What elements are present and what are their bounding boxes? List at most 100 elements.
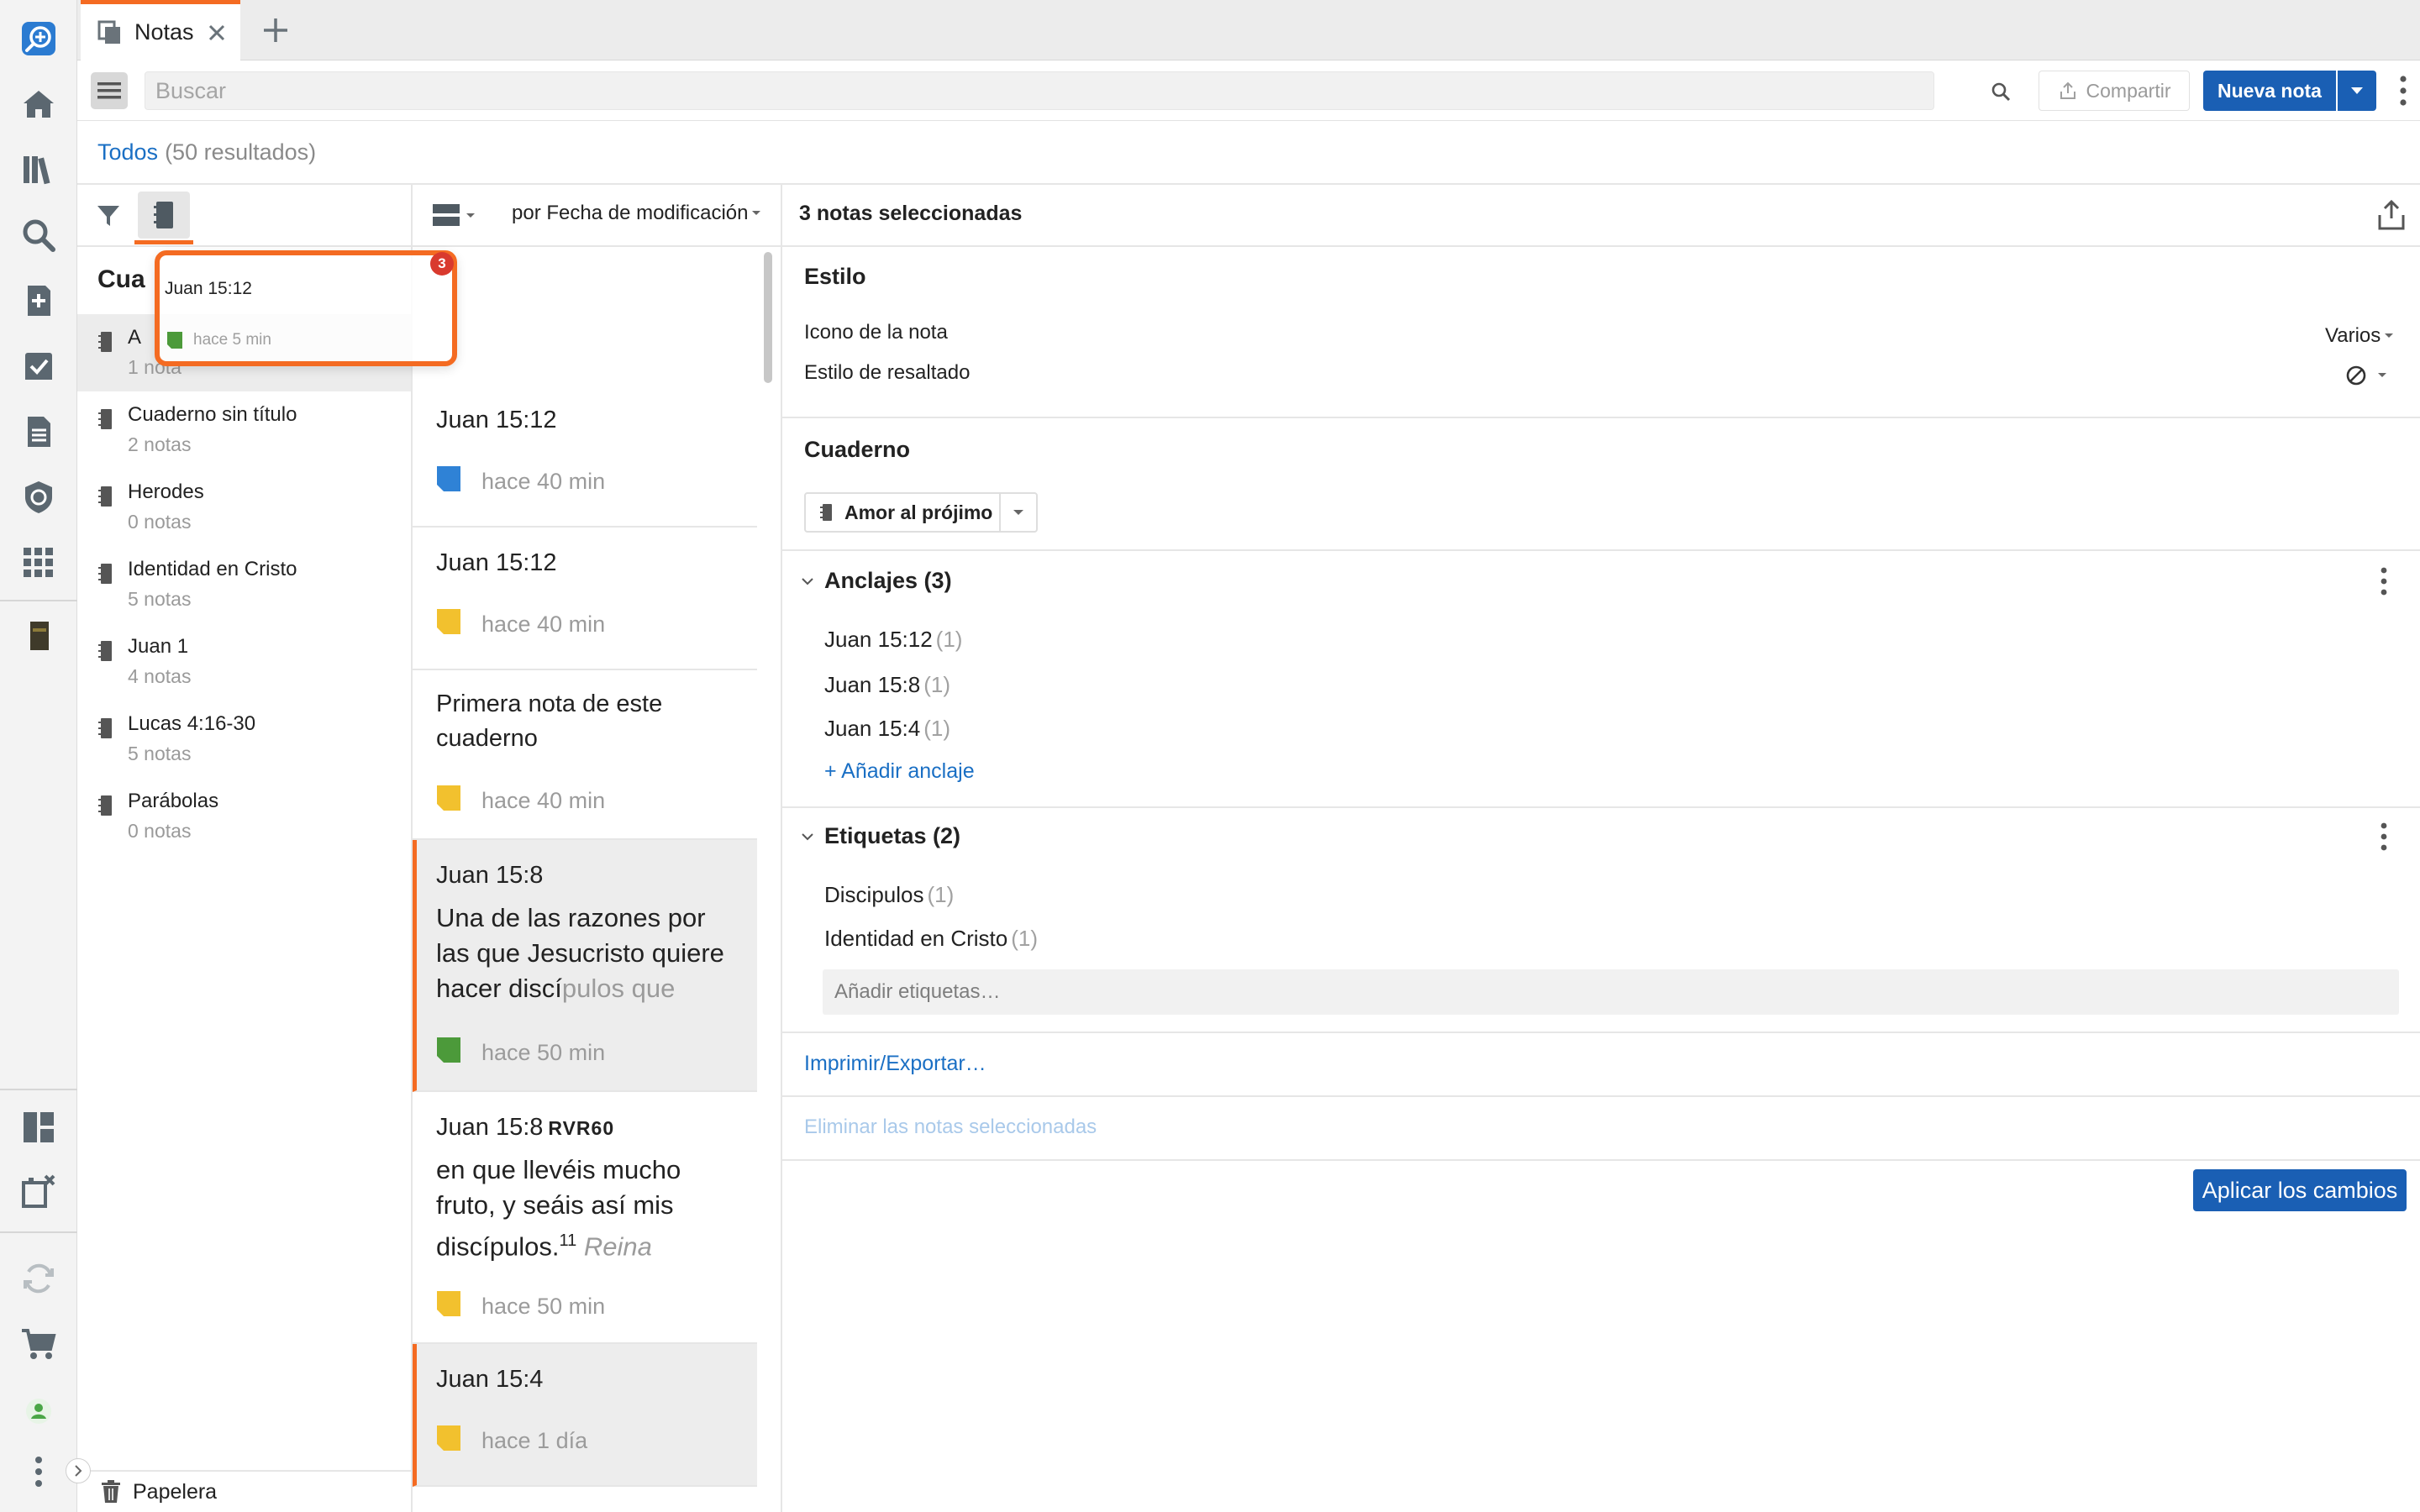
note-card[interactable]: Primera nota de este cuaderno hace 40 mi… (413, 670, 757, 840)
more-vertical-icon[interactable] (15, 1448, 62, 1495)
selection-title: 3 notas seleccionadas (799, 202, 1023, 225)
user-avatar-icon[interactable] (15, 1388, 62, 1435)
breadcrumb: Todos (50 resultados) (97, 139, 316, 165)
notebook-select[interactable]: Amor al prójimo (804, 492, 1038, 533)
add-anchor-link[interactable]: + Añadir anclaje (824, 759, 975, 784)
apply-changes-button[interactable]: Aplicar los cambios (2193, 1169, 2407, 1211)
anchors-section-toggle[interactable]: Anclajes (3) (801, 568, 952, 594)
share-button[interactable]: Compartir (2039, 71, 2190, 111)
note-list-panel: por Fecha de modificación Juan 15:12 hac… (413, 185, 782, 1512)
view-mode-button[interactable] (433, 202, 478, 230)
expand-rail-button[interactable] (66, 1458, 91, 1483)
tag-item[interactable]: Identidad en Cristo (1) (824, 926, 1038, 952)
anchor-count: (1) (935, 627, 963, 652)
sort-select[interactable]: por Fecha de modificación (512, 202, 761, 225)
tab-notas[interactable]: Notas (81, 0, 240, 60)
breadcrumb-all[interactable]: Todos (97, 139, 158, 165)
result-count: (50 resultados) (165, 139, 317, 165)
more-vertical-icon[interactable] (2396, 72, 2410, 109)
notebook-select-dropdown[interactable] (999, 494, 1036, 531)
notes-tab-icon (97, 20, 120, 44)
notebooks-heading: Cua (97, 265, 145, 293)
highlight-style-select[interactable] (2345, 365, 2387, 386)
notebook-title: Identidad en Cristo (128, 558, 297, 580)
note-time: hace 40 min (481, 612, 606, 637)
checklist-icon[interactable] (15, 343, 62, 390)
notebooks-tab[interactable] (138, 192, 190, 239)
section-divider (782, 1032, 2420, 1033)
print-export-link[interactable]: Imprimir/Exportar… (804, 1052, 986, 1076)
notebook-item[interactable]: Lucas 4:16-30 5 notas (77, 701, 411, 778)
search-field-icon[interactable] (1990, 81, 2012, 102)
note-list-header: por Fecha de modificación (413, 185, 781, 247)
scrollbar-thumb[interactable] (764, 252, 772, 383)
note-card[interactable]: Juan 15:8 Una de las razones por las que… (413, 840, 757, 1092)
detail-header: 3 notas seleccionadas (782, 185, 2420, 247)
export-icon[interactable] (2375, 198, 2407, 232)
notebook-icon (820, 504, 832, 521)
notebook-icon (98, 795, 112, 816)
note-color-icon (437, 466, 460, 491)
new-note-dropdown[interactable] (2338, 71, 2376, 111)
note-card[interactable]: Juan 15:12 hace 40 min (413, 528, 757, 670)
anchor-item[interactable]: Juan 15:4 (1) (824, 716, 950, 742)
shield-icon[interactable] (15, 474, 62, 521)
panel-menu-button[interactable] (91, 72, 128, 109)
section-divider (782, 806, 2420, 808)
notebook-title: Juan 1 (128, 635, 189, 658)
new-note-button[interactable]: Nueva nota (2203, 71, 2336, 111)
anchor-item[interactable]: Juan 15:8 (1) (824, 672, 950, 698)
more-vertical-icon[interactable] (2379, 822, 2389, 852)
notebook-title: Cuaderno sin título (128, 403, 297, 426)
notebook-item[interactable]: Juan 1 4 notas (77, 623, 411, 701)
note-body: en que llevéis mucho fruto, y seáis así … (436, 1152, 722, 1264)
logos-app-icon[interactable] (15, 15, 62, 62)
document-icon[interactable] (15, 408, 62, 455)
section-divider (782, 417, 2420, 418)
notebook-icon (98, 641, 112, 661)
notebook-icon (98, 409, 112, 429)
notebook-item[interactable]: Cuaderno sin título 2 notas (77, 391, 411, 469)
trash-item[interactable]: Papelera (77, 1470, 411, 1512)
layout-icon[interactable] (15, 1104, 62, 1151)
note-card[interactable]: Juan 15:8 RVR60 en que llevéis mucho frut… (413, 1092, 757, 1344)
apps-grid-icon[interactable] (15, 539, 62, 586)
more-vertical-icon[interactable] (2379, 566, 2389, 596)
note-card[interactable]: Juan 15:12 hace 40 min (413, 385, 757, 528)
home-icon[interactable] (15, 81, 62, 128)
add-tab-icon[interactable] (260, 15, 291, 45)
notebook-count: 2 notas (128, 433, 192, 455)
notebook-item[interactable]: Parábolas 0 notas (77, 778, 411, 855)
tag-item[interactable]: Discipulos (1) (824, 882, 954, 908)
tab-strip: Notas (77, 0, 2420, 60)
notebook-icon (154, 202, 173, 228)
chevron-right-icon (75, 1465, 82, 1477)
cart-icon[interactable] (15, 1320, 62, 1368)
note-icon-select[interactable]: Varios (2325, 324, 2394, 348)
anchor-count: (1) (923, 716, 950, 741)
add-document-icon[interactable] (15, 277, 62, 324)
notebook-count: 0 notas (128, 820, 192, 842)
anchor-ref: Juan 15:12 (824, 627, 933, 652)
sync-icon[interactable] (15, 1255, 62, 1302)
note-card[interactable]: Juan 15:4 hace 1 día (413, 1344, 757, 1487)
filter-tab[interactable] (89, 197, 128, 235)
add-tags-input[interactable] (823, 969, 2399, 1015)
anchor-item[interactable]: Juan 15:12 (1) (824, 627, 962, 653)
close-tab-icon[interactable] (205, 21, 229, 45)
notebook-item[interactable]: Identidad en Cristo 5 notas (77, 546, 411, 623)
search-icon[interactable] (15, 212, 62, 259)
delete-selected-link[interactable]: Eliminar las notas seleccionadas (804, 1116, 1097, 1139)
drag-count-badge: 3 (430, 252, 454, 276)
notebook-select-value: Amor al prójimo (844, 501, 993, 523)
note-color-icon (437, 1037, 460, 1063)
search-input[interactable] (145, 71, 1934, 110)
filter-icon (97, 206, 119, 226)
library-icon[interactable] (15, 146, 62, 193)
tags-section-toggle[interactable]: Etiquetas (2) (801, 823, 960, 849)
footnote-marker: 11 (559, 1231, 577, 1250)
notebook-item[interactable]: Herodes 0 notas (77, 469, 411, 546)
anchor-count: (1) (923, 672, 950, 697)
close-panels-icon[interactable] (15, 1168, 62, 1215)
book-cover-icon[interactable] (15, 613, 62, 660)
